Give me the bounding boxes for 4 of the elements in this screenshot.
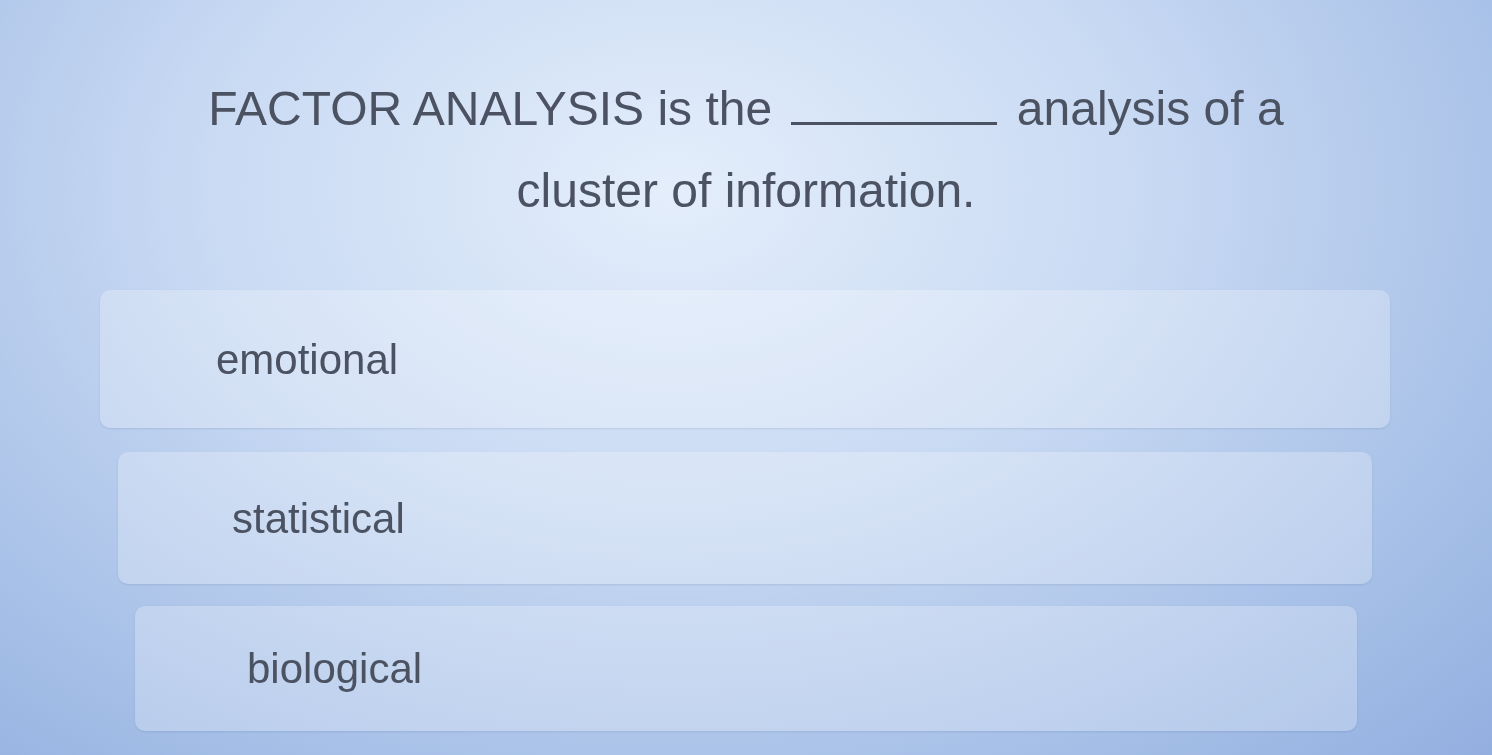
question-text: FACTOR ANALYSIS is the analysis of a cluster of information. (207, 81, 1285, 219)
answer-option[interactable]: statistical (118, 452, 1372, 584)
answer-option[interactable]: biological (135, 606, 1357, 731)
answer-option[interactable]: emotional (100, 290, 1390, 428)
